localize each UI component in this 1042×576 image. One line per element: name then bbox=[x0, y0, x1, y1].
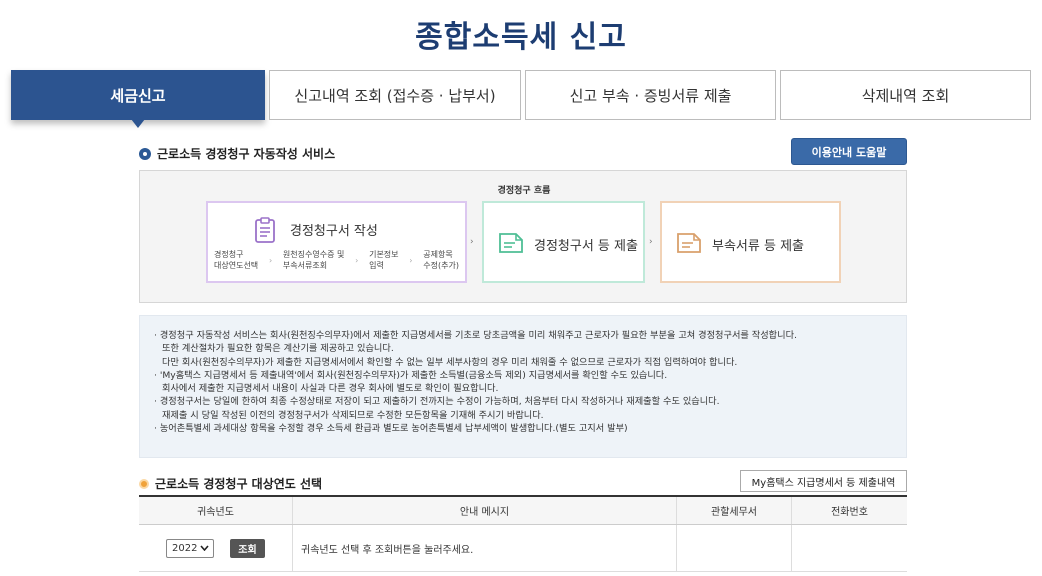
year-table: 귀속년도 안내 메시지 관할세무서 전화번호 2022 조회 귀속년도 선택 후… bbox=[139, 495, 907, 572]
service-section-heading: 근로소득 경정청구 자동작성 서비스 bbox=[139, 145, 335, 162]
column-header: 전화번호 bbox=[831, 507, 868, 518]
phone-cell bbox=[792, 525, 907, 571]
service-title: 근로소득 경정청구 자동작성 서비스 bbox=[157, 147, 336, 161]
search-button[interactable]: 조회 bbox=[230, 538, 265, 558]
document-icon bbox=[676, 232, 702, 256]
table-header: 귀속년도 안내 메시지 관할세무서 전화번호 bbox=[139, 497, 907, 525]
tab-filing-history[interactable]: 신고내역 조회 (접수증 · 납부서) bbox=[269, 70, 521, 120]
bullet-icon bbox=[139, 147, 151, 160]
year-section-heading: 근로소득 경정청구 대상연도 선택 bbox=[139, 475, 322, 492]
guide-message: 귀속년도 선택 후 조회버튼을 눌러주세요. bbox=[293, 525, 677, 571]
document-icon bbox=[498, 232, 524, 256]
notice-line: · 경정청구 자동작성 서비스는 회사(원천징수의무자)에서 제출한 지급명세서… bbox=[154, 330, 797, 341]
notice-line: · 'My홈택스 지급명세서 등 제출내역'에서 회사(원천징수의무자)가 제출… bbox=[154, 369, 668, 381]
substep-basic-info: 기본정보 입력 bbox=[369, 250, 399, 270]
notice-line: 또한 계산절차가 필요한 항목은 계산기를 제공하고 있습니다. bbox=[162, 343, 394, 355]
chevron-right-icon: › bbox=[649, 237, 653, 247]
flow-title: 경정청구 흐름 bbox=[497, 186, 551, 196]
chevron-right-icon: › bbox=[470, 237, 474, 247]
flow-step-write-label: 경정청구서 작성 bbox=[290, 223, 378, 239]
clipboard-icon bbox=[254, 217, 280, 243]
notice-box: · 경정청구 자동작성 서비스는 회사(원천징수의무자)에서 제출한 지급명세서… bbox=[139, 315, 907, 458]
tab-tax-filing[interactable]: 세금신고 bbox=[11, 70, 265, 128]
column-header: 안내 메시지 bbox=[293, 497, 677, 524]
substep-year-select: 경정청구 대상연도선택 bbox=[214, 250, 259, 270]
notice-line: · 농어촌특별세 과세대상 항목을 수정할 경우 소득세 환급과 별도로 농어촌… bbox=[154, 423, 628, 435]
substep-deduction-edit: 공제항목 수정(추가) bbox=[423, 250, 459, 270]
substep-receipt-lookup: 원천징수영수증 및 부속서류조회 bbox=[282, 250, 345, 270]
flow-step-write: 경정청구서 작성 경정청구 대상연도선택 › 원천징수영수증 및 부속서류조회 › … bbox=[206, 201, 467, 283]
flow-panel: 경정청구 흐름 경정청구서 작성 경정청구 대상연도선택 › 원천징수영수증 및부… bbox=[139, 170, 907, 303]
tab-document-submission[interactable]: 신고 부속 · 증빙서류 제출 bbox=[525, 70, 776, 120]
flow-step-attachments-label: 부속서류 등 제출 bbox=[712, 238, 804, 254]
help-guide-button[interactable]: 이용안내 도움말 bbox=[791, 138, 907, 165]
flow-step-attachments: 부속서류 등 제출 bbox=[660, 201, 841, 283]
tab-bar: 세금신고 신고내역 조회 (접수증 · 납부서) 신고 부속 · 증빙서류 제출… bbox=[11, 70, 1035, 128]
column-header: 귀속년도 bbox=[139, 497, 293, 524]
submission-history-button[interactable]: My홈택스 지급명세서 등 제출내역 bbox=[740, 470, 907, 492]
flow-step-submit: 경정청구서 등 제출 bbox=[482, 201, 645, 283]
flow-step-submit-label: 경정청구서 등 제출 bbox=[534, 238, 638, 254]
year-cell: 2022 조회 bbox=[139, 525, 293, 571]
tab-deletion-history[interactable]: 삭제내역 조회 bbox=[780, 70, 1031, 120]
notice-line: · 경정청구서는 당일에 한하여 최종 수정상태로 저장이 되고 제출하기 전까… bbox=[154, 396, 720, 408]
bullet-icon bbox=[139, 478, 149, 489]
year-select[interactable]: 2022 bbox=[166, 538, 214, 558]
page-title: 종합소득세 신고 bbox=[415, 20, 627, 55]
column-header: 관할세무서 bbox=[677, 497, 792, 524]
tax-office-cell bbox=[677, 525, 792, 571]
notice-line: 다만 회사(원천징수의무자)가 제출한 지급명세서에서 확인할 수 없는 일부 … bbox=[162, 356, 738, 368]
notice-line: 재제출 시 당일 작성된 이전의 경정청구서가 삭제되므로 수정한 모든항목을 … bbox=[162, 409, 544, 421]
notice-line: 회사에서 제출한 지급명세서 내용이 사실과 다른 경우 회사에 별도로 확인이… bbox=[162, 383, 499, 395]
year-section-title: 근로소득 경정청구 대상연도 선택 bbox=[155, 477, 323, 491]
chevron-down-icon bbox=[200, 545, 209, 551]
table-row: 2022 조회 귀속년도 선택 후 조회버튼을 눌러주세요. bbox=[139, 525, 907, 572]
